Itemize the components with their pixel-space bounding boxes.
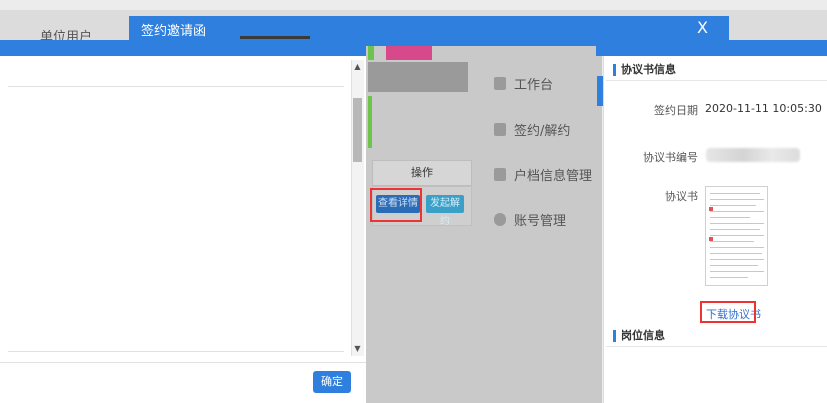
agreement-thumbnail[interactable] <box>705 186 768 286</box>
close-icon[interactable]: X <box>697 18 708 37</box>
id-card-icon <box>494 168 506 181</box>
agreement-label: 协议书 <box>665 190 698 203</box>
scrollbar-thumb[interactable] <box>353 98 362 162</box>
agreement-number-label: 协议书编号 <box>643 151 698 164</box>
right-panel-header <box>596 40 827 56</box>
divider <box>0 362 366 363</box>
divider <box>606 346 827 347</box>
scroll-up-icon[interactable]: ▲ <box>352 62 363 72</box>
divider <box>8 351 344 352</box>
sign-date-value: 2020-11-11 10:05:30 <box>705 102 822 115</box>
nav-item-sign[interactable]: 签约/解约 <box>494 120 570 139</box>
background-strip <box>368 96 372 148</box>
highlight-box <box>700 301 756 323</box>
calendar-icon <box>494 77 506 90</box>
unsign-button[interactable]: 发起解约 <box>426 195 464 227</box>
nav-item-archive[interactable]: 户档信息管理 <box>494 165 592 184</box>
dialog-title: 签约邀请函 <box>141 24 207 39</box>
confirm-button[interactable]: 确定 <box>313 371 351 393</box>
left-modal <box>0 40 366 403</box>
left-modal-header <box>0 40 366 56</box>
document-icon <box>494 123 506 136</box>
divider <box>606 80 827 81</box>
highlight-box <box>370 188 422 222</box>
nav-item-workbench[interactable]: 工作台 <box>494 74 553 93</box>
divider <box>8 86 344 87</box>
agreement-number-value <box>706 148 800 162</box>
operation-column-header: 操作 <box>372 160 472 186</box>
nav-item-label: 签约/解约 <box>514 124 571 139</box>
agreement-section-title: 协议书信息 <box>613 64 676 76</box>
sign-date-label: 签约日期 <box>654 104 698 117</box>
user-icon <box>494 213 506 226</box>
background-strip <box>368 62 468 92</box>
nav-item-label: 账号管理 <box>514 214 567 229</box>
dialog-title-decoration <box>240 36 310 39</box>
scroll-down-icon[interactable]: ▼ <box>352 344 363 354</box>
nav-item-label: 户档信息管理 <box>514 169 593 184</box>
position-section-title: 岗位信息 <box>613 330 665 342</box>
nav-item-label: 工作台 <box>514 78 554 93</box>
nav-item-account[interactable]: 账号管理 <box>494 210 566 229</box>
